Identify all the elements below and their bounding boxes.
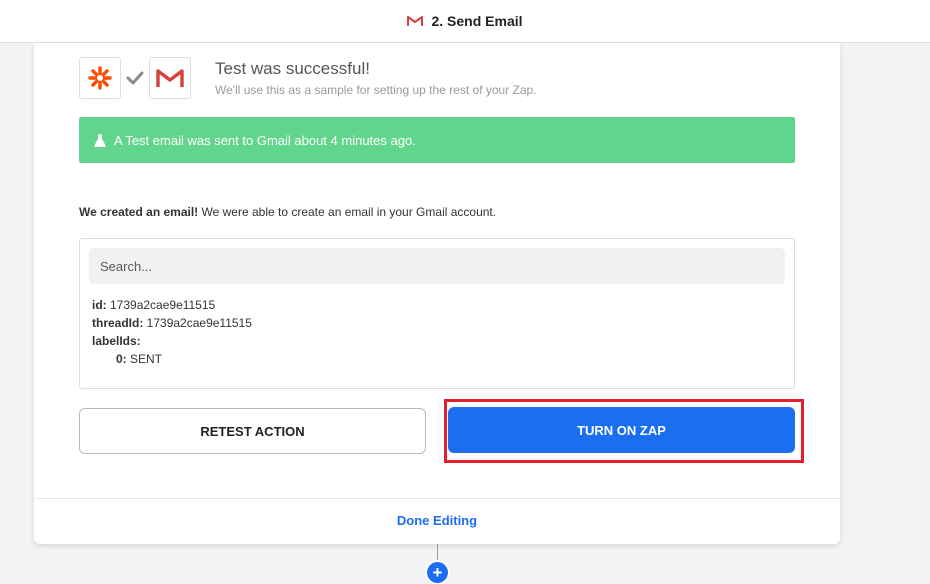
field-row-nested: 0: SENT bbox=[92, 350, 252, 368]
gmail-icon bbox=[149, 57, 191, 99]
field-value: 1739a2cae9e11515 bbox=[143, 316, 252, 330]
done-editing-link[interactable]: Done Editing bbox=[34, 513, 840, 528]
field-key: 0: bbox=[116, 352, 127, 366]
field-value: 1739a2cae9e11515 bbox=[106, 298, 216, 312]
output-fields: id: 1739a2cae9e11515 threadId: 1739a2cae… bbox=[92, 296, 252, 368]
step-title-text: 2. Send Email bbox=[431, 13, 523, 29]
top-bar: 2. Send Email bbox=[0, 0, 930, 43]
field-key: labelIds: bbox=[92, 334, 141, 348]
checkmark-icon bbox=[121, 57, 149, 99]
alert-text: A Test email was sent to Gmail about 4 m… bbox=[114, 132, 416, 148]
zapier-icon bbox=[79, 57, 121, 99]
field-value: SENT bbox=[126, 352, 163, 366]
retest-action-button[interactable]: RETEST ACTION bbox=[79, 408, 426, 454]
created-email-message: We created an email! We were able to cre… bbox=[79, 205, 496, 219]
created-email-text: We were able to create an email in your … bbox=[198, 205, 497, 219]
step-connector bbox=[437, 544, 438, 562]
turn-on-zap-button[interactable]: TURN ON ZAP bbox=[448, 407, 795, 453]
test-icons-row bbox=[79, 57, 191, 99]
test-success-title: Test was successful! bbox=[215, 59, 370, 78]
test-success-subtitle: We'll use this as a sample for setting u… bbox=[215, 83, 537, 97]
field-row: id: 1739a2cae9e11515 bbox=[92, 296, 252, 314]
divider bbox=[34, 498, 840, 499]
output-data-box: id: 1739a2cae9e11515 threadId: 1739a2cae… bbox=[79, 238, 795, 389]
step-card: Test was successful! We'll use this as a… bbox=[34, 43, 840, 544]
test-result-heading: Test was successful! We'll use this as a… bbox=[215, 59, 537, 97]
gmail-icon bbox=[407, 16, 424, 26]
field-row: labelIds: bbox=[92, 332, 252, 350]
search-input[interactable] bbox=[89, 248, 785, 284]
field-row: threadId: 1739a2cae9e11515 bbox=[92, 314, 252, 332]
test-email-alert: A Test email was sent to Gmail about 4 m… bbox=[79, 117, 795, 163]
created-email-bold: We created an email! bbox=[79, 205, 199, 219]
flask-icon bbox=[94, 133, 106, 147]
field-key: id: bbox=[92, 298, 107, 312]
plus-icon[interactable]: + bbox=[427, 562, 448, 583]
step-title: 2. Send Email bbox=[407, 13, 523, 29]
field-key: threadId: bbox=[92, 316, 144, 330]
